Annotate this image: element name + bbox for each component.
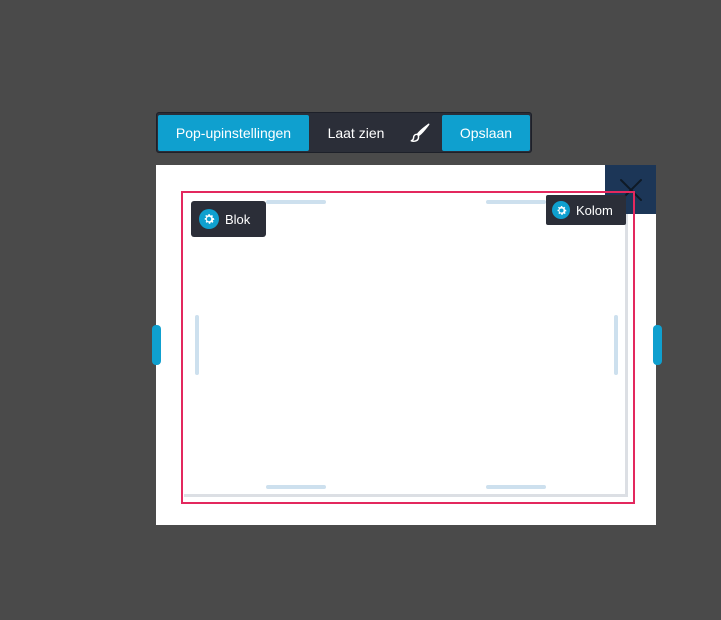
brush-icon [410, 123, 430, 142]
column-settings-label: Kolom [576, 202, 613, 218]
popup-canvas: Blok Kolom [152, 165, 662, 525]
block-settings-tag[interactable]: Blok [191, 201, 266, 237]
column-settings-tag[interactable]: Kolom [546, 195, 626, 225]
gear-icon [199, 209, 219, 229]
popup-resize-handle-right[interactable] [653, 325, 662, 365]
popup-settings-button[interactable]: Pop-upinstellingen [158, 115, 309, 151]
block-selection-outline[interactable] [181, 191, 635, 504]
popup-resize-handle-left[interactable] [152, 325, 161, 365]
gear-icon [552, 201, 570, 219]
save-button[interactable]: Opslaan [442, 115, 530, 151]
brush-button[interactable] [405, 115, 435, 151]
show-button[interactable]: Laat zien [315, 115, 397, 151]
popup-toolbar: Pop-upinstellingen Laat zien Opslaan [156, 112, 532, 153]
block-settings-label: Blok [225, 211, 251, 227]
